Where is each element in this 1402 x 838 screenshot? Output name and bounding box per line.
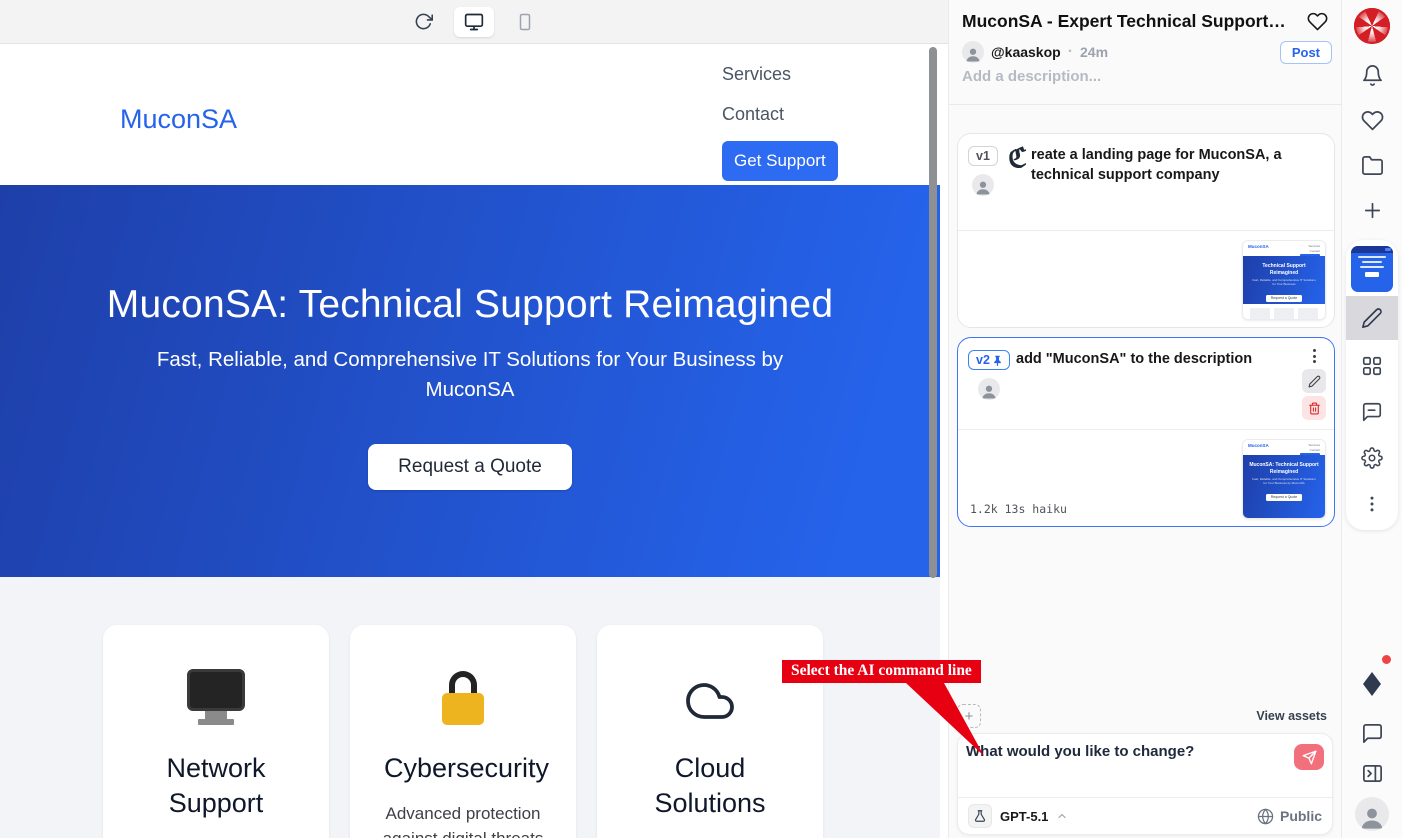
right-toolbar xyxy=(1342,0,1402,838)
user-avatar[interactable] xyxy=(1342,797,1402,831)
edit-icon[interactable] xyxy=(1302,369,1326,393)
plus-icon[interactable] xyxy=(1342,199,1402,222)
version-thumbnail[interactable]: MuconSA ServicesContactGet Support Mucon… xyxy=(1242,439,1326,519)
site-preview: MuconSA Services Contact Get Support Muc… xyxy=(0,44,940,838)
preview-scrollbar[interactable] xyxy=(929,47,937,578)
hero-subtitle: Fast, Reliable, and Comprehensive IT Sol… xyxy=(150,345,790,404)
delete-icon[interactable] xyxy=(1302,396,1326,420)
author-handle[interactable]: @kaaskop xyxy=(991,44,1061,60)
heart-icon[interactable] xyxy=(1307,11,1328,32)
globe-icon xyxy=(1257,808,1274,825)
settings-icon[interactable] xyxy=(1346,436,1398,480)
chevron-up-icon[interactable] xyxy=(1056,810,1068,822)
service-card-network: Network Support Comprehensive xyxy=(103,625,329,838)
lock-icon xyxy=(350,663,576,725)
service-title: Cloud Solutions xyxy=(597,751,823,821)
timestamp: 24m xyxy=(1080,44,1108,60)
page-thumbnail[interactable] xyxy=(1351,246,1393,292)
ai-command-input-card: GPT-5.1 Public xyxy=(957,733,1333,835)
service-card-cybersecurity: Cybersecurity Advanced protection agains… xyxy=(350,625,576,838)
mobile-icon[interactable] xyxy=(508,7,542,37)
pin-icon xyxy=(993,355,1002,366)
description-placeholder[interactable]: Add a description... xyxy=(962,68,1101,85)
diamond-icon[interactable] xyxy=(1342,670,1402,698)
site-brand[interactable]: MuconSA xyxy=(120,104,237,135)
nav-link-services[interactable]: Services xyxy=(722,61,791,88)
avatar xyxy=(962,41,984,63)
hero-section: MuconSA: Technical Support Reimagined Fa… xyxy=(0,185,940,577)
avatar xyxy=(972,174,994,196)
service-title: Network Support xyxy=(103,751,329,821)
folder-icon[interactable] xyxy=(1342,154,1402,177)
service-desc: Advanced protection against digital thre… xyxy=(350,802,576,838)
preview-toolbar xyxy=(0,0,948,44)
prompt-text: add "MuconSA" to the description xyxy=(1016,350,1290,370)
version-card-v2[interactable]: v2 add "MuconSA" to the description 1.2k xyxy=(957,337,1335,527)
post-button[interactable]: Post xyxy=(1280,41,1332,64)
project-title: MuconSA - Expert Technical Support… xyxy=(962,11,1292,32)
annotation-arrow xyxy=(850,683,1000,761)
more-icon[interactable] xyxy=(1346,482,1398,526)
services-section: Network Support Comprehensive Cybersecur… xyxy=(0,577,940,838)
composer: + View assets GPT-5.1 Public xyxy=(949,700,1341,838)
visibility-selector[interactable]: Public xyxy=(1257,808,1322,825)
divider xyxy=(949,104,1341,105)
dropcap: ℭ xyxy=(1008,148,1027,170)
annotation-label: Select the AI command line xyxy=(782,660,981,683)
version-thumbnail[interactable]: MuconSA ServicesContactGet Support Techn… xyxy=(1242,240,1326,320)
request-quote-button[interactable]: Request a Quote xyxy=(368,444,572,490)
chat-bubble-icon[interactable] xyxy=(1342,722,1402,745)
comment-icon[interactable] xyxy=(1346,390,1398,434)
version-badge: v1 xyxy=(968,146,998,166)
chat-panel: MuconSA - Expert Technical Support… @kaa… xyxy=(948,0,1342,838)
service-title: Cybersecurity xyxy=(350,751,576,786)
notification-dot xyxy=(1382,655,1391,664)
grid-icon[interactable] xyxy=(1346,344,1398,388)
prompt-text: ℭreate a landing page for MuconSA, a tec… xyxy=(1008,146,1290,185)
more-options-icon[interactable] xyxy=(1307,346,1322,366)
generation-stats: 1.2k 13s haiku xyxy=(970,502,1067,516)
pencil-icon[interactable] xyxy=(1346,296,1398,340)
panel-toggle-icon[interactable] xyxy=(1342,762,1402,785)
get-support-button[interactable]: Get Support xyxy=(722,141,838,181)
app-logo[interactable] xyxy=(1342,8,1402,44)
site-nav: MuconSA Services Contact Get Support xyxy=(0,44,940,185)
version-card-v1[interactable]: v1 ℭreate a landing page for MuconSA, a … xyxy=(957,133,1335,328)
bell-icon[interactable] xyxy=(1342,64,1402,87)
send-icon[interactable] xyxy=(1294,744,1324,770)
avatar xyxy=(978,378,1000,400)
tool-pill xyxy=(1346,240,1398,530)
ai-command-input[interactable] xyxy=(966,743,1284,793)
refresh-icon[interactable] xyxy=(406,7,440,37)
flask-icon[interactable] xyxy=(968,804,992,828)
hero-title: MuconSA: Technical Support Reimagined xyxy=(107,283,833,327)
monitor-icon xyxy=(103,663,329,725)
model-selector[interactable]: GPT-5.1 xyxy=(1000,809,1048,824)
nav-link-contact[interactable]: Contact xyxy=(722,101,784,128)
service-card-cloud: Cloud Solutions Seamless cloud xyxy=(597,625,823,838)
version-badge-pinned: v2 xyxy=(968,350,1010,370)
view-assets-link[interactable]: View assets xyxy=(1256,709,1327,723)
desktop-icon[interactable] xyxy=(454,7,494,37)
heart-icon[interactable] xyxy=(1342,109,1402,132)
